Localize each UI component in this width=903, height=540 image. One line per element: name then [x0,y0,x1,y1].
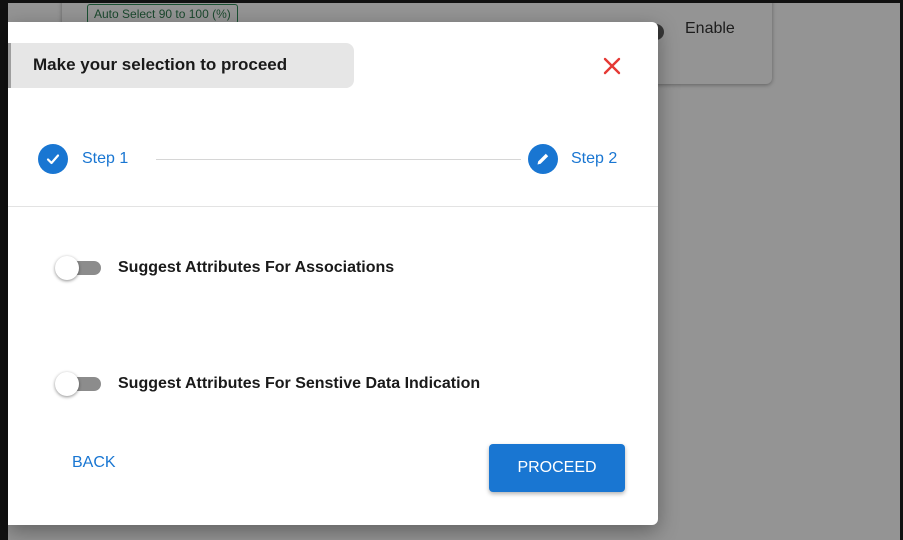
sensitive-data-toggle[interactable] [53,371,101,397]
toggle-row-associations: Suggest Attributes For Associations [53,255,613,281]
close-icon [603,57,621,75]
associations-toggle[interactable] [53,255,101,281]
toggle-row-sensitive-data: Suggest Attributes For Senstive Data Ind… [53,371,613,397]
step-2-indicator[interactable] [528,144,558,174]
stepper: Step 1 Step 2 [38,144,630,174]
dialog-title: Make your selection to proceed [33,55,288,74]
step-1-label[interactable]: Step 1 [82,150,128,168]
selection-dialog: Make your selection to proceed Step 1 St… [8,22,658,525]
sensitive-data-toggle-label: Suggest Attributes For Senstive Data Ind… [118,375,481,392]
associations-toggle-label: Suggest Attributes For Associations [118,259,395,276]
window-frame-top [0,0,903,3]
check-icon [46,154,60,165]
pencil-icon [537,153,549,165]
step-2-label[interactable]: Step 2 [571,150,617,168]
step-1-indicator[interactable] [38,144,68,174]
step-connector [156,159,521,160]
dialog-header: Make your selection to proceed [8,43,354,88]
stepper-divider [8,206,658,207]
close-button[interactable] [600,54,624,78]
proceed-button[interactable]: PROCEED [489,444,625,492]
back-button[interactable]: BACK [58,445,130,481]
window-frame-left [0,0,8,540]
